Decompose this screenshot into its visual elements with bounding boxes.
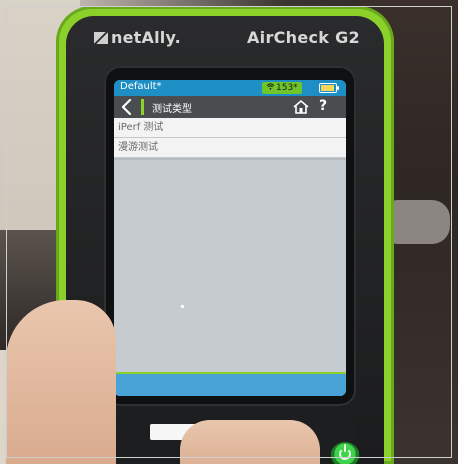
home-icon[interactable] bbox=[292, 99, 310, 115]
nav-divider bbox=[141, 99, 144, 115]
brand-mark-icon bbox=[94, 32, 108, 44]
hand-thumb bbox=[180, 420, 320, 464]
brand-logo: netAlly. bbox=[94, 28, 181, 47]
battery-level bbox=[321, 85, 334, 91]
list-item-iperf[interactable]: iPerf 测试 bbox=[114, 118, 346, 138]
nav-bar: 测试类型 ? bbox=[114, 96, 346, 118]
model-name: AirCheck G2 bbox=[246, 28, 360, 47]
empty-list-area bbox=[114, 160, 346, 372]
status-bar: Default* 153* bbox=[114, 80, 346, 96]
battery-icon bbox=[319, 83, 339, 93]
profile-name: Default* bbox=[120, 81, 162, 92]
screen-glare-dot bbox=[181, 305, 184, 308]
screen-bezel: Default* 153* 测试类型 ? iPerf 测试 漫游测试 bbox=[104, 66, 356, 406]
back-icon[interactable] bbox=[118, 98, 136, 116]
page-title: 测试类型 bbox=[152, 104, 192, 115]
power-icon bbox=[339, 444, 351, 460]
wifi-status-badge[interactable]: 153* bbox=[262, 82, 302, 94]
wifi-icon bbox=[266, 83, 275, 90]
photo-scene: netAlly. AirCheck G2 Default* 153* 测试类型 … bbox=[0, 0, 458, 464]
power-button[interactable] bbox=[330, 442, 360, 464]
list-item-roaming[interactable]: 漫游测试 bbox=[114, 138, 346, 158]
device-screen: Default* 153* 测试类型 ? iPerf 测试 漫游测试 bbox=[114, 80, 346, 396]
bottom-bar bbox=[114, 372, 346, 396]
wifi-count: 153* bbox=[276, 83, 298, 93]
test-type-list: iPerf 测试 漫游测试 bbox=[114, 118, 346, 158]
help-icon[interactable]: ? bbox=[319, 98, 327, 114]
brand-text: netAlly. bbox=[111, 28, 181, 47]
hand-left bbox=[6, 300, 116, 464]
